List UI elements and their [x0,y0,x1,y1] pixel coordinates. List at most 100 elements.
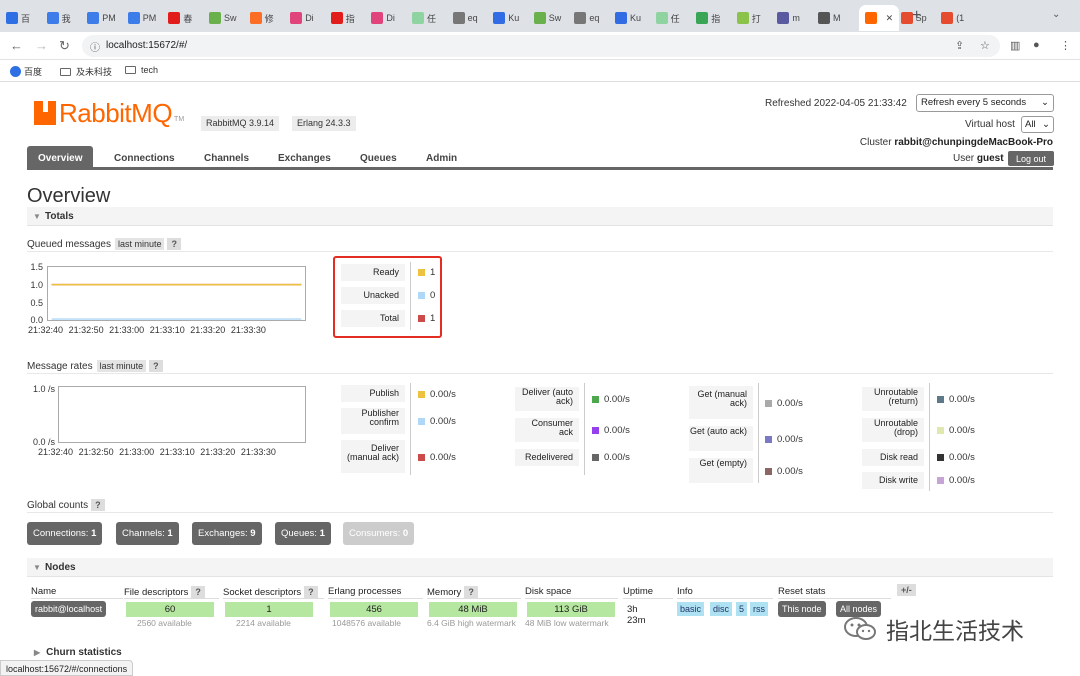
tab-favicon-icon [452,12,465,24]
browser-tab[interactable]: PM [127,5,166,31]
page-title: Overview [27,185,111,207]
tab-queues[interactable]: Queues [360,146,397,170]
tab-admin[interactable]: Admin [426,146,457,170]
swatch [418,269,425,276]
browser-tab[interactable]: Ku [493,5,531,31]
browser-tab[interactable]: eq [574,5,612,31]
browser-tab[interactable]: M [818,5,856,31]
tab-overview[interactable]: Overview [27,146,94,170]
browser-tab[interactable]: 指 [330,5,369,31]
tab-exchanges[interactable]: Exchanges [278,146,331,170]
bookmark-folder-jiwei[interactable]: 及未科技 [60,65,112,78]
x-tick: 21:32:50 [78,447,114,457]
reset-this-node-button[interactable]: This node [778,601,826,617]
rates-range-pill[interactable]: last minute [96,360,147,372]
back-icon[interactable]: ← [10,38,23,53]
rate-value-unroutable-return: 0.00/s [937,394,975,405]
nodes-section-header[interactable]: ▼ Nodes [27,558,1053,577]
rate-value-unroutable-drop: 0.00/s [937,425,975,436]
tab-title: 任 [427,13,437,24]
browser-tab[interactable]: 指 [696,5,734,31]
swatch [592,454,599,461]
bookmark-star-icon[interactable]: ☆ [980,39,990,52]
tab-favicon-icon [412,12,424,24]
node-name-link[interactable]: rabbit@localhost [31,601,107,617]
browser-tab[interactable]: Di [371,5,409,31]
tab-title: eq [589,13,600,23]
tab-title: 指 [711,13,721,24]
browser-menu-icon[interactable]: ⋮ [1060,39,1071,52]
connections-count-button[interactable]: Connections: 1 [27,522,103,545]
queues-count-button[interactable]: Queues: 1 [275,522,331,545]
socket-descriptors-available: 2214 available [236,618,291,628]
tab-favicon-icon [46,12,59,24]
swatch [937,396,944,403]
y-tick: 0.0 /s [32,437,55,447]
share-icon[interactable]: ⇪ [955,39,964,52]
url-input[interactable]: ⓘ localhost:15672/#/ [82,35,1000,57]
rate-value-publisher-confirm: 0.00/s [418,416,456,427]
help-icon[interactable]: ? [191,586,205,598]
browser-tab[interactable]: (1 [941,5,979,31]
rates-help-icon[interactable]: ? [149,360,163,372]
browser-tab[interactable]: 任 [655,5,694,31]
browser-tab[interactable]: Sw [209,5,247,31]
tab-favicon-icon [615,12,627,24]
swatch [937,427,944,434]
swatch [765,400,772,407]
browser-tab[interactable]: 我 [46,5,85,31]
queued-x-ticks: 21:32:40 21:32:50 21:33:00 21:33:10 21:3… [28,325,269,335]
browser-tab-active[interactable]: ✕ [858,5,899,31]
tab-favicon-icon [6,12,18,24]
new-tab-icon[interactable]: + [912,7,921,25]
col-header-reset-stats: Reset stats [778,581,891,599]
legend-separator [410,262,411,330]
consumers-count-button[interactable]: Consumers: 0 [343,522,415,545]
folder-icon [60,67,71,76]
bookmark-folder-tech[interactable]: tech [125,65,158,75]
browser-tab[interactable]: 春 [168,5,206,31]
sidebar-icon[interactable]: ▥ [1010,39,1020,52]
bookmark-baidu[interactable]: 百度 [10,65,42,78]
swatch [592,396,599,403]
totals-section-header[interactable]: ▼ Totals [27,207,1053,226]
help-icon[interactable]: ? [304,586,318,598]
browser-tab[interactable]: eq [452,5,491,31]
columns-toggle-button[interactable]: +/- [897,584,916,596]
x-tick: 21:33:10 [159,447,195,457]
site-info-icon[interactable]: ⓘ [90,39,100,54]
erlang-processes-available: 1048576 available [332,618,402,628]
browser-tab[interactable]: Di [290,5,328,31]
exchanges-count-button[interactable]: Exchanges: 9 [192,522,262,545]
rate-label-deliver-auto: Deliver (auto ack) [515,387,579,411]
reload-icon[interactable]: ↻ [59,38,70,54]
memory-value: 48 MiB [429,602,517,617]
browser-tab[interactable]: 修 [249,5,288,31]
rate-value-deliver-manual: 0.00/s [418,452,456,463]
queued-range-pill[interactable]: last minute [114,238,165,250]
tab-channels[interactable]: Channels [204,146,249,170]
browser-tab[interactable]: PM [87,5,125,31]
col-header-erlang-processes: Erlang processes [328,581,423,599]
tab-search-icon[interactable]: ⌄ [1052,9,1060,20]
profile-avatar-icon[interactable]: ● [1033,39,1040,51]
global-help-icon[interactable]: ? [91,499,105,511]
divider [27,512,1053,513]
channels-count-button[interactable]: Channels: 1 [116,522,179,545]
rabbitmq-logo[interactable]: RabbitMQ TM [34,100,184,126]
virtual-host-select[interactable]: All ⌄ [1021,116,1054,133]
queued-help-icon[interactable]: ? [167,238,181,250]
browser-tab[interactable]: Ku [615,5,653,31]
tab-connections[interactable]: Connections [114,146,175,170]
browser-tab[interactable]: 打 [736,5,775,31]
x-tick: 21:33:30 [230,325,266,335]
churn-statistics-header[interactable]: ▶ Churn statistics [34,647,122,658]
browser-tab[interactable]: Sw [533,5,572,31]
browser-tab[interactable]: m [777,5,815,31]
close-tab-icon[interactable]: ✕ [886,13,894,24]
forward-icon[interactable]: → [35,38,48,53]
refresh-interval-select[interactable]: Refresh every 5 seconds ⌄ [916,94,1054,112]
browser-tab[interactable]: 任 [412,5,450,31]
help-icon[interactable]: ? [464,586,478,598]
browser-tab[interactable]: 百 [6,5,44,31]
